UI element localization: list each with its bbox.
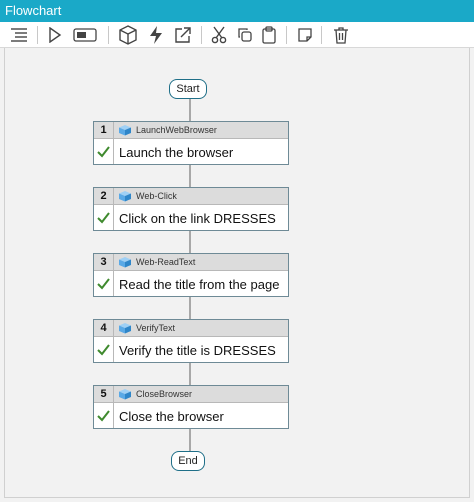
toolbar-separator xyxy=(37,26,38,44)
step-number: 1 xyxy=(94,122,114,138)
toggle-icon[interactable] xyxy=(71,24,99,46)
cut-icon[interactable] xyxy=(208,24,230,46)
check-icon xyxy=(94,271,114,296)
action-cube-icon xyxy=(119,191,131,202)
check-icon xyxy=(94,205,114,230)
start-label: Start xyxy=(176,83,200,95)
check-icon xyxy=(94,403,114,428)
connector-line xyxy=(189,231,191,253)
package-icon[interactable] xyxy=(117,24,139,46)
step-node-5[interactable]: 5 CloseBrowser Close the browser xyxy=(93,385,289,429)
end-label: End xyxy=(178,455,198,467)
connector-line xyxy=(189,363,191,385)
copy-icon[interactable] xyxy=(234,24,256,46)
window-title: Flowchart xyxy=(5,3,62,18)
step-description: Launch the browser xyxy=(119,145,234,160)
toolbar-separator xyxy=(201,26,202,44)
paste-icon[interactable] xyxy=(258,24,280,46)
end-node[interactable]: End xyxy=(171,451,205,471)
action-cube-icon xyxy=(119,125,131,136)
action-cube-icon xyxy=(119,389,131,400)
align-icon[interactable] xyxy=(8,24,30,46)
action-cube-icon xyxy=(119,323,131,334)
window-title-bar: Flowchart xyxy=(0,0,474,22)
connector-line xyxy=(189,429,191,451)
step-description: Verify the title is DRESSES xyxy=(119,343,276,358)
delete-icon[interactable] xyxy=(330,24,352,46)
toolbar-separator xyxy=(286,26,287,44)
step-node-1[interactable]: 1 LaunchWebBrowser Launch the browser xyxy=(93,121,289,165)
step-type: VerifyText xyxy=(136,323,176,333)
step-type: CloseBrowser xyxy=(136,389,193,399)
toolbar xyxy=(0,22,474,48)
check-icon xyxy=(94,139,114,164)
connector-line xyxy=(189,165,191,187)
step-type: LaunchWebBrowser xyxy=(136,125,217,135)
step-type: Web-Click xyxy=(136,191,177,201)
check-icon xyxy=(94,337,114,362)
step-description: Close the browser xyxy=(119,409,224,424)
step-description: Read the title from the page xyxy=(119,277,280,292)
connector-line xyxy=(189,99,191,121)
step-number: 2 xyxy=(94,188,114,204)
lightning-icon[interactable] xyxy=(145,24,167,46)
step-description: Click on the link DRESSES xyxy=(119,211,276,226)
action-cube-icon xyxy=(119,257,131,268)
flowchart-canvas[interactable]: Start 1 LaunchWebBrowser Launch the brow… xyxy=(4,48,470,498)
external-link-icon[interactable] xyxy=(172,24,194,46)
toolbar-separator xyxy=(321,26,322,44)
connector-line xyxy=(189,297,191,319)
start-node[interactable]: Start xyxy=(169,79,207,99)
step-number: 3 xyxy=(94,254,114,270)
play-icon[interactable] xyxy=(44,24,66,46)
step-number: 5 xyxy=(94,386,114,402)
step-type: Web-ReadText xyxy=(136,257,196,267)
step-node-2[interactable]: 2 Web-Click Click on the link DRESSES xyxy=(93,187,289,231)
note-icon[interactable] xyxy=(294,24,316,46)
step-node-3[interactable]: 3 Web-ReadText Read the title from the p… xyxy=(93,253,289,297)
step-number: 4 xyxy=(94,320,114,336)
step-node-4[interactable]: 4 VerifyText Verify the title is DRESSES xyxy=(93,319,289,363)
toolbar-separator xyxy=(108,26,109,44)
